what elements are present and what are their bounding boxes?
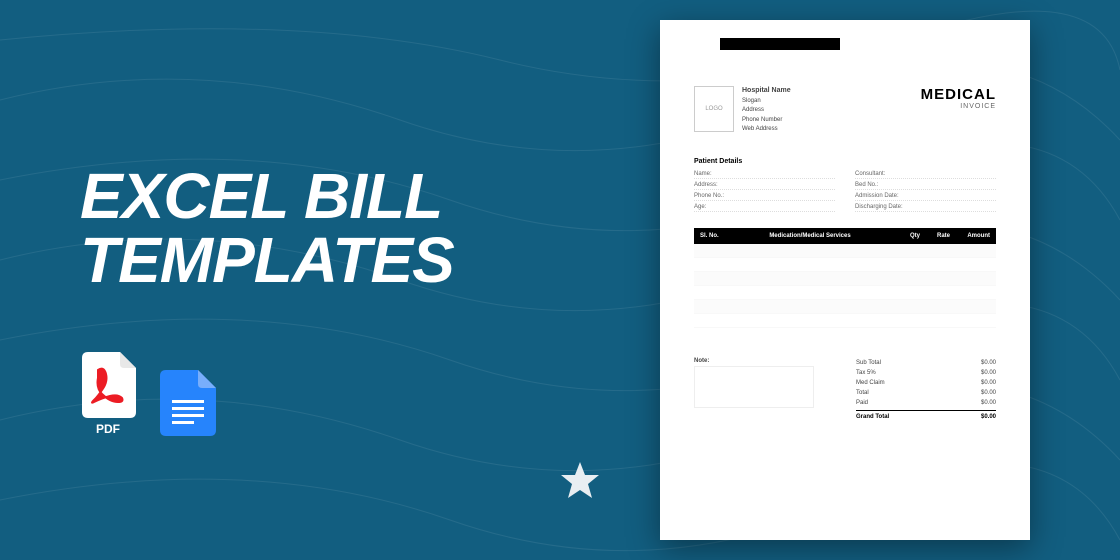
hospital-phone: Phone Number bbox=[742, 116, 791, 124]
field-age: Age: bbox=[694, 204, 835, 212]
grand-total-label: Grand Total bbox=[856, 414, 889, 420]
field-consultant: Consultant: bbox=[855, 171, 996, 179]
pdf-icon-container: PDF bbox=[80, 352, 136, 436]
table-row bbox=[694, 272, 996, 286]
invoice-subtitle: INVOICE bbox=[921, 103, 996, 110]
th-qty: Qty bbox=[890, 233, 920, 239]
field-address: Address: bbox=[694, 182, 835, 190]
note-area bbox=[694, 366, 814, 408]
star-icon bbox=[560, 460, 600, 500]
docs-icon-container bbox=[160, 370, 216, 436]
th-sl: Sl. No. bbox=[700, 233, 730, 239]
pdf-icon bbox=[80, 352, 136, 418]
table-row bbox=[694, 300, 996, 314]
invoice-template-preview: LOGO Hospital Name Slogan Address Phone … bbox=[660, 20, 1030, 540]
hospital-name: Hospital Name bbox=[742, 86, 791, 96]
total-value: $0.00 bbox=[981, 360, 996, 366]
th-rate: Rate bbox=[920, 233, 950, 239]
total-value: $0.00 bbox=[981, 390, 996, 396]
total-value: $0.00 bbox=[981, 370, 996, 376]
table-row bbox=[694, 258, 996, 272]
table-row bbox=[694, 244, 996, 258]
patient-details-title: Patient Details bbox=[694, 158, 996, 165]
template-top-bar bbox=[720, 38, 840, 50]
total-label: Tax 5% bbox=[856, 370, 876, 376]
field-discharge: Discharging Date: bbox=[855, 204, 996, 212]
grand-total-value: $0.00 bbox=[981, 414, 996, 420]
totals-section: Sub Total $0.00 Tax 5% $0.00 Med Claim $0.0… bbox=[856, 358, 996, 422]
note-label: Note: bbox=[694, 358, 814, 364]
th-amt: Amount bbox=[950, 233, 990, 239]
total-value: $0.00 bbox=[981, 400, 996, 406]
total-label: Sub Total bbox=[856, 360, 881, 366]
field-admission: Admission Date: bbox=[855, 193, 996, 201]
field-name: Name: bbox=[694, 171, 835, 179]
table-row bbox=[694, 314, 996, 328]
th-med: Medication/Medical Services bbox=[730, 233, 890, 239]
hospital-address: Address bbox=[742, 106, 791, 114]
total-label: Paid bbox=[856, 400, 868, 406]
invoice-table-header: Sl. No. Medication/Medical Services Qty … bbox=[694, 228, 996, 244]
total-value: $0.00 bbox=[981, 380, 996, 386]
field-phone: Phone No.: bbox=[694, 193, 835, 201]
hospital-web: Web Address bbox=[742, 125, 791, 133]
total-label: Total bbox=[856, 390, 869, 396]
google-docs-icon bbox=[160, 370, 216, 436]
invoice-title: MEDICAL bbox=[921, 86, 996, 103]
field-bed: Bed No.: bbox=[855, 182, 996, 190]
logo-placeholder: LOGO bbox=[694, 86, 734, 132]
invoice-table-body bbox=[694, 244, 996, 332]
pdf-label: PDF bbox=[80, 422, 136, 436]
total-label: Med Claim bbox=[856, 380, 885, 386]
hospital-slogan: Slogan bbox=[742, 97, 791, 105]
table-row bbox=[694, 286, 996, 300]
